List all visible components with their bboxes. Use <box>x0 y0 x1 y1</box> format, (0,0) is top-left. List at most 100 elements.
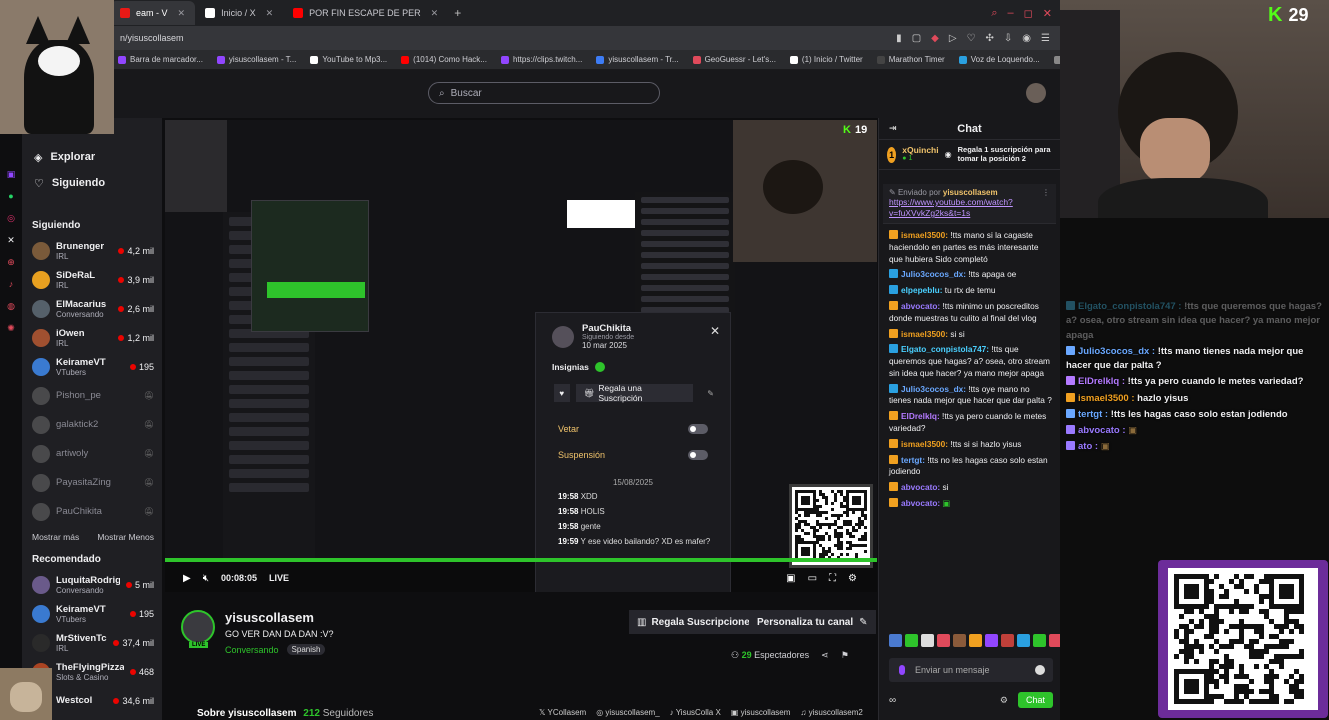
chat-username[interactable]: Julio3cocos_dx: <box>901 384 966 394</box>
social-link[interactable]: ♪ YisusColla X <box>670 708 721 717</box>
stream-category[interactable]: Conversando <box>225 645 279 655</box>
close-tab-icon[interactable]: ✕ <box>178 8 186 19</box>
more-options-icon[interactable]: ⚑ <box>841 650 849 661</box>
emote-icon[interactable] <box>1001 634 1014 647</box>
theater-icon[interactable]: ▭ <box>808 573 817 584</box>
emote-icon[interactable] <box>969 634 982 647</box>
pinned-link[interactable]: https://www.youtube.com/watch?v=fuXVvkZg… <box>889 197 1050 219</box>
sidebar-nav-siguiendo[interactable]: ♡ Siguiendo <box>22 170 162 196</box>
address-bar[interactable]: n/yisuscollasem ▮ ▢ ◆ ▷ ♡ ✣ ⇩ ◉ ☰ <box>0 26 1060 50</box>
bookmark-item[interactable]: yisuscollasem - T... <box>216 55 296 64</box>
notification-icon[interactable]: 🔕︎ <box>144 507 154 516</box>
browser-tab[interactable]: eam - V ✕ <box>110 1 196 25</box>
gift-cta[interactable]: Regala 1 suscripción para tomar la posic… <box>958 145 1052 163</box>
chat-username[interactable]: ismael3500: <box>901 230 948 240</box>
sidebar-channel[interactable]: PauChikita 🔕︎ <box>22 497 162 526</box>
fullscreen-icon[interactable]: ⛶ <box>829 573 836 584</box>
gift-subs-button[interactable]: ▥ Regala Suscripciones <box>629 610 764 634</box>
ban-toggle[interactable] <box>688 424 708 434</box>
chat-username[interactable]: abvocato: <box>901 498 940 508</box>
sidebar-channel[interactable]: iOwen IRL 1,2 mil <box>22 323 162 352</box>
gear-icon[interactable]: ✺ <box>5 322 17 334</box>
chat-input[interactable]: Enviar un mensaje <box>889 658 1053 682</box>
sidebar-channel[interactable]: LuquitaRodriguezConversando 5 mil <box>22 570 162 599</box>
share-icon[interactable]: ⋖ <box>821 650 829 661</box>
social-link[interactable]: ▣ yisuscollasem <box>731 708 791 717</box>
close-tab-icon[interactable]: ✕ <box>266 8 274 19</box>
chat-settings-icon[interactable]: ⚙ <box>1000 695 1008 706</box>
show-less-link[interactable]: Mostrar Menos <box>97 532 154 542</box>
add-icon[interactable]: ⊕ <box>5 256 17 268</box>
social-link[interactable]: ♫ yisuscollasem2 <box>800 708 862 717</box>
collapse-chat-icon[interactable]: ⇥ <box>889 123 897 134</box>
browser-tab[interactable]: Inicio / X ✕ <box>195 1 283 25</box>
video-player[interactable]: K 19 PauChikita Siguiendo desde 10 mar 20… <box>165 120 877 592</box>
close-window-icon[interactable]: ✕ <box>1043 7 1052 20</box>
sidebar-channel[interactable]: galaktick2 🔕︎ <box>22 410 162 439</box>
sidebar-nav-explorar[interactable]: ◈ Explorar <box>22 144 162 170</box>
sidebar-channel[interactable]: KeirameVT VTubers 195 <box>22 599 162 628</box>
instagram-icon[interactable]: ◎ <box>5 212 17 224</box>
mute-icon[interactable]: 🔇︎ <box>203 573 209 584</box>
sidebar-channel[interactable]: KeirameVT VTubers 195 <box>22 352 162 381</box>
sidebar-channel[interactable]: artiwoly 🔕︎ <box>22 439 162 468</box>
search-input[interactable]: ⌕ Buscar <box>428 82 660 104</box>
minimize-icon[interactable]: – <box>1008 7 1014 20</box>
show-more-link[interactable]: Mostrar más <box>32 532 79 542</box>
x-icon[interactable]: ✕ <box>5 234 17 246</box>
sidebar-channel[interactable]: SiDeRaL IRL 3,9 mil <box>22 265 162 294</box>
sidebar-channel[interactable]: Brunenger IRL 4,2 mil <box>22 236 162 265</box>
gift-sub-button[interactable]: 🎁︎ Regala una Suscripción <box>575 383 694 403</box>
chat-username[interactable]: abvocato: <box>901 301 940 311</box>
chat-username[interactable]: tertgt: <box>901 455 925 465</box>
notification-icon[interactable]: 🔕︎ <box>144 391 154 400</box>
pin-action-icon[interactable]: ⋮ <box>1042 188 1050 197</box>
user-avatar[interactable] <box>1026 83 1046 103</box>
bookmark-item[interactable]: GeoGuessr - Let's... <box>692 55 776 64</box>
send-chat-button[interactable]: Chat <box>1017 692 1053 708</box>
bookmark-item[interactable]: Barra de marcador... <box>118 55 203 64</box>
new-tab-button[interactable]: + <box>448 6 467 20</box>
social-link[interactable]: ◎ yisuscollasem_ <box>596 708 659 717</box>
chat-username[interactable]: elpepeblu: <box>901 285 943 295</box>
emote-icon[interactable] <box>889 634 902 647</box>
extension-icon[interactable]: ◆ <box>931 33 939 44</box>
bookmark-item[interactable]: https://clips.twitch... <box>500 55 582 64</box>
bookmark-item[interactable]: (1014) Como Hack... <box>401 55 487 64</box>
chat-username[interactable]: abvocato: <box>901 482 940 492</box>
bookmark-item[interactable]: Marathon Timer <box>876 55 945 64</box>
emote-icon[interactable] <box>985 634 998 647</box>
emote-icon[interactable] <box>1033 634 1046 647</box>
emote-icon[interactable] <box>905 634 918 647</box>
close-tab-icon[interactable]: ✕ <box>431 8 439 19</box>
emote-icon[interactable] <box>937 634 950 647</box>
sidebar-channel[interactable]: Pishon_pe 🔕︎ <box>22 381 162 410</box>
close-icon[interactable]: ✕ <box>710 324 720 338</box>
channel-name[interactable]: yisuscollasem <box>225 610 314 625</box>
music-icon[interactable]: ♪ <box>5 278 17 290</box>
chat-username[interactable]: ismael3500: <box>901 439 948 449</box>
channel-avatar[interactable] <box>181 610 215 644</box>
sidebar-channel[interactable]: PayasitaZing 🔕︎ <box>22 468 162 497</box>
menu-icon[interactable]: ☰ <box>1041 33 1050 44</box>
notification-icon[interactable]: 🔕︎ <box>144 449 154 458</box>
play-icon[interactable]: ▶ <box>183 573 191 584</box>
search-tabs-icon[interactable]: ⌕ <box>991 7 997 20</box>
infinity-icon[interactable]: ∞ <box>889 695 896 706</box>
notification-icon[interactable]: 🔕︎ <box>144 420 154 429</box>
emote-icon[interactable] <box>921 634 934 647</box>
dot-icon[interactable]: ◍ <box>5 300 17 312</box>
pin-icon[interactable]: ✎ <box>707 389 714 398</box>
emote-icon[interactable] <box>953 634 966 647</box>
bookmark-icon[interactable]: ▮ <box>896 33 902 44</box>
heart-icon[interactable]: ♡ <box>967 33 976 44</box>
chat-username[interactable]: ElDrelklq: <box>901 411 940 421</box>
clip-icon[interactable]: ▣ <box>786 573 795 584</box>
profile-icon[interactable]: ◉ <box>1022 33 1031 44</box>
settings-icon[interactable]: ⚙ <box>848 573 857 584</box>
maximize-icon[interactable]: ◻ <box>1024 7 1033 20</box>
chat-username[interactable]: ismael3500: <box>901 329 948 339</box>
customize-channel-button[interactable]: Personaliza tu canal ✎ <box>749 610 876 634</box>
sidebar-channel[interactable]: MrStivenTc IRL 37,4 mil <box>22 628 162 657</box>
social-link[interactable]: 𝕏 YCollasem <box>539 708 586 717</box>
